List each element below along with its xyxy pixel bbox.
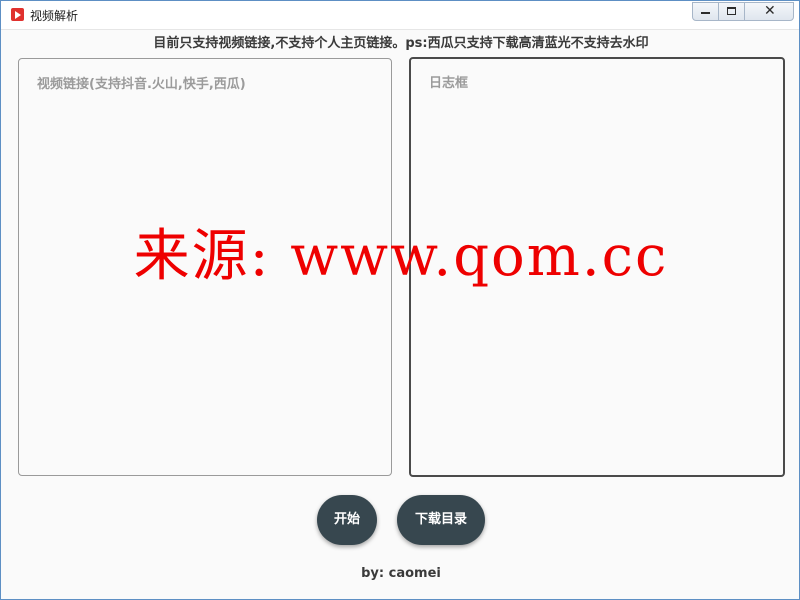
maximize-button[interactable] xyxy=(718,2,745,21)
title-bar[interactable]: 视频解析 ✕ xyxy=(1,1,799,30)
maximize-icon xyxy=(727,7,736,15)
app-window: 视频解析 ✕ 目前只支持视频链接,不支持个人主页链接。ps:西瓜只支持下载高清蓝… xyxy=(0,0,800,600)
author-credit: by: caomei xyxy=(361,566,441,581)
log-placeholder: 日志框 xyxy=(429,76,469,91)
watermark-text: 来源: www.qom.cc xyxy=(133,224,669,289)
close-icon: ✕ xyxy=(764,3,776,19)
video-link-placeholder: 视频链接(支持抖音.火山,快手,西瓜) xyxy=(37,77,246,92)
close-button[interactable]: ✕ xyxy=(744,2,794,21)
support-notice: 目前只支持视频链接,不支持个人主页链接。ps:西瓜只支持下载高清蓝光不支持去水印 xyxy=(153,36,649,51)
minimize-icon xyxy=(701,12,710,14)
video-play-icon xyxy=(11,8,24,21)
window-title: 视频解析 xyxy=(30,9,79,23)
download-directory-button[interactable]: 下载目录 xyxy=(397,495,485,545)
minimize-button[interactable] xyxy=(692,2,719,21)
start-button[interactable]: 开始 xyxy=(317,495,377,545)
